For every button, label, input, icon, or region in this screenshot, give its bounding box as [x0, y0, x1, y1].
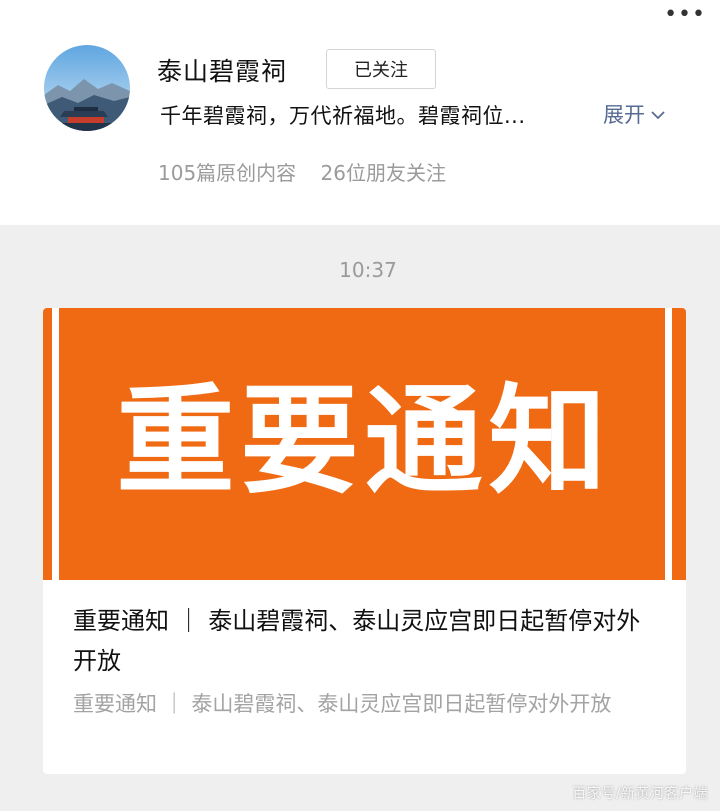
- article-cover-image[interactable]: 重要通知: [43, 308, 686, 580]
- chevron-down-icon: [651, 111, 665, 120]
- more-options-button[interactable]: •••: [664, 2, 706, 27]
- account-name[interactable]: 泰山碧霞祠: [157, 52, 287, 88]
- source-watermark: 百家号/新黄河客户端: [572, 786, 708, 802]
- original-content-count: 105篇原创内容: [158, 161, 297, 185]
- avatar[interactable]: [44, 45, 130, 131]
- account-description: 千年碧霞祠，万代祈福地。碧霞祠位...: [160, 104, 526, 128]
- article-card[interactable]: 重要通知 重要通知 ｜ 泰山碧霞祠、泰山灵应宫即日起暂停对外开放 重要通知 ｜ …: [43, 308, 686, 774]
- expand-label: 展开: [603, 103, 645, 127]
- follow-status-button[interactable]: 已关注: [326, 49, 436, 89]
- article-title[interactable]: 重要通知 ｜ 泰山碧霞祠、泰山灵应宫即日起暂停对外开放: [73, 601, 648, 681]
- avatar-image: [44, 45, 130, 131]
- account-stats: 105篇原创内容 26位朋友关注: [158, 157, 446, 186]
- account-profile-header: ••• 泰山碧霞祠 已关注 千年碧霞祠，万代祈福地。碧霞祠位... 展开 105…: [0, 0, 720, 225]
- expand-description-button[interactable]: 展开: [603, 99, 665, 129]
- cover-headline: 重要通知: [116, 372, 613, 510]
- article-digest: 重要通知 ｜ 泰山碧霞祠、泰山灵应宫即日起暂停对外开放: [73, 692, 612, 716]
- message-timestamp: 10:37: [339, 258, 397, 282]
- friends-following-count: 26位朋友关注: [320, 161, 446, 185]
